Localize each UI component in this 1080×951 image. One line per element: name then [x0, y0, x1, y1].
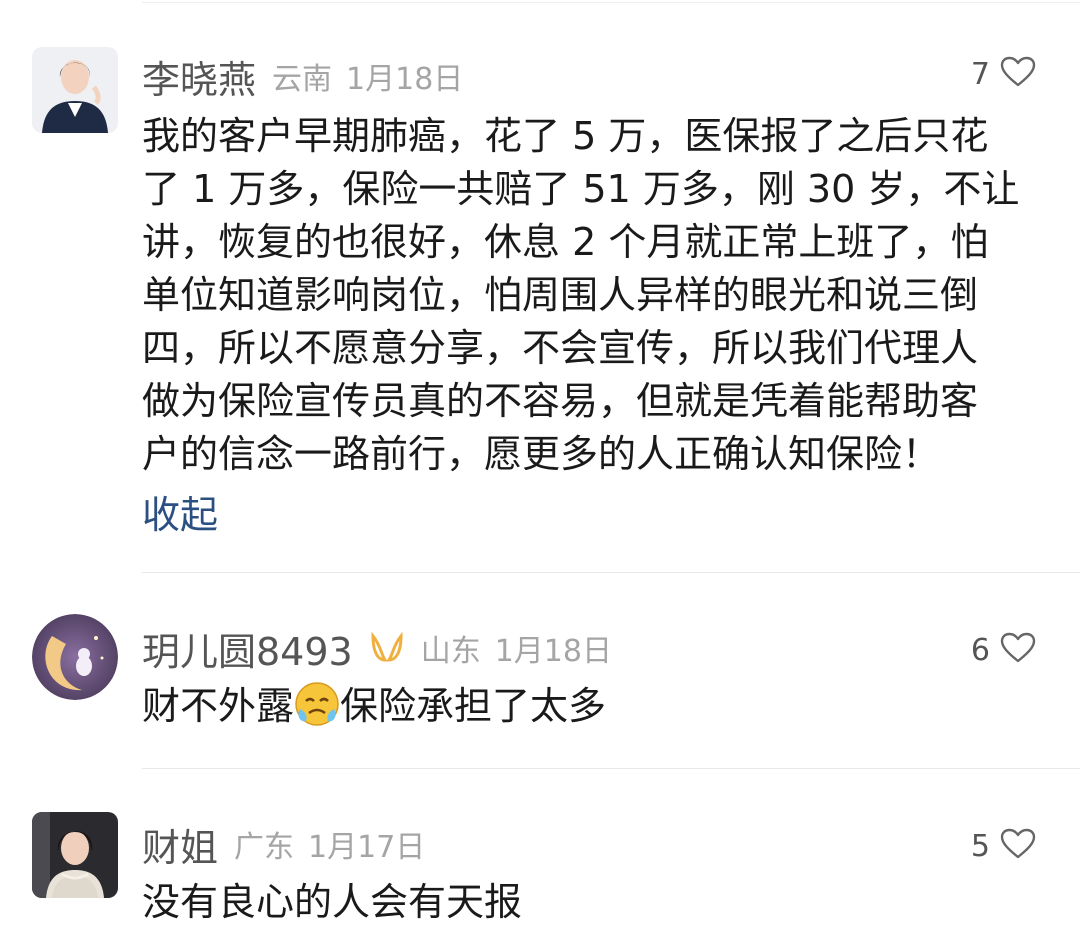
top-divider — [142, 2, 1080, 3]
region-label: 云南 — [272, 62, 333, 97]
comment-text: 财不外露 保险承担了太多 — [142, 680, 1042, 741]
date-label: 1月18日 — [494, 634, 612, 669]
comment-text-line: 单位知道影响岗位，怕周围人异样的眼光和说三倒 — [142, 273, 979, 317]
comment-text-line: 了 1 万多，保险一共赔了 51 万多，刚 30 岁，不让 — [142, 167, 1020, 211]
comment-text-line: 四，所以不愿意分享，不会宣传，所以我们代理人 — [142, 326, 979, 370]
date-label: 1月17日 — [308, 830, 426, 865]
heart-icon[interactable] — [1000, 56, 1036, 92]
like-count: 6 — [970, 632, 990, 668]
comment-meta: 李晓燕 云南 1月18日 — [142, 52, 464, 102]
divider — [142, 768, 1080, 769]
member-badge-icon — [369, 632, 405, 664]
like-count: 7 — [970, 56, 990, 92]
comment-text-line: 我的客户早期肺癌，花了 5 万，医保报了之后只花 — [142, 114, 989, 158]
comment-meta: 财姐 广东 1月17日 — [142, 820, 426, 870]
username[interactable]: 李晓燕 — [142, 49, 256, 104]
region-label: 广东 — [234, 830, 295, 865]
like-count: 5 — [970, 828, 990, 864]
date-label: 1月18日 — [346, 62, 464, 97]
collapse-link[interactable]: 收起 — [142, 484, 218, 539]
username[interactable]: 玥儿圆8493 — [142, 621, 353, 676]
comment-text-line: 做为保险宣传员真的不容易，但就是凭着能帮助客 — [142, 379, 979, 423]
comment-text: 没有良心的人会有天报 — [142, 880, 523, 924]
comment-text-line: 户的信念一路前行，愿更多的人正确认知保险！ — [142, 432, 941, 476]
heart-icon[interactable] — [1000, 632, 1036, 668]
heart-icon[interactable] — [1000, 828, 1036, 864]
comment-text-part: 保险承担了太多 — [340, 684, 607, 728]
divider — [142, 572, 1080, 573]
avatar[interactable] — [32, 47, 118, 133]
avatar[interactable] — [32, 614, 118, 700]
crying-face-emoji-icon — [294, 681, 340, 741]
region-label: 山东 — [420, 634, 481, 669]
like-button[interactable]: 5 — [971, 828, 1036, 864]
comment-text: 我的客户早期肺癌，花了 5 万，医保报了之后只花 了 1 万多，保险一共赔了 5… — [142, 110, 1042, 481]
comment-meta: 玥儿圆8493 山东 1月18日 — [142, 624, 612, 674]
like-button[interactable]: 6 — [971, 632, 1036, 668]
avatar[interactable] — [32, 812, 118, 898]
username[interactable]: 财姐 — [142, 817, 218, 872]
comment-text-part: 财不外露 — [142, 684, 295, 728]
like-button[interactable]: 7 — [971, 56, 1036, 92]
comment-text-line: 讲，恢复的也很好，休息 2 个月就正常上班了，怕 — [142, 220, 989, 264]
